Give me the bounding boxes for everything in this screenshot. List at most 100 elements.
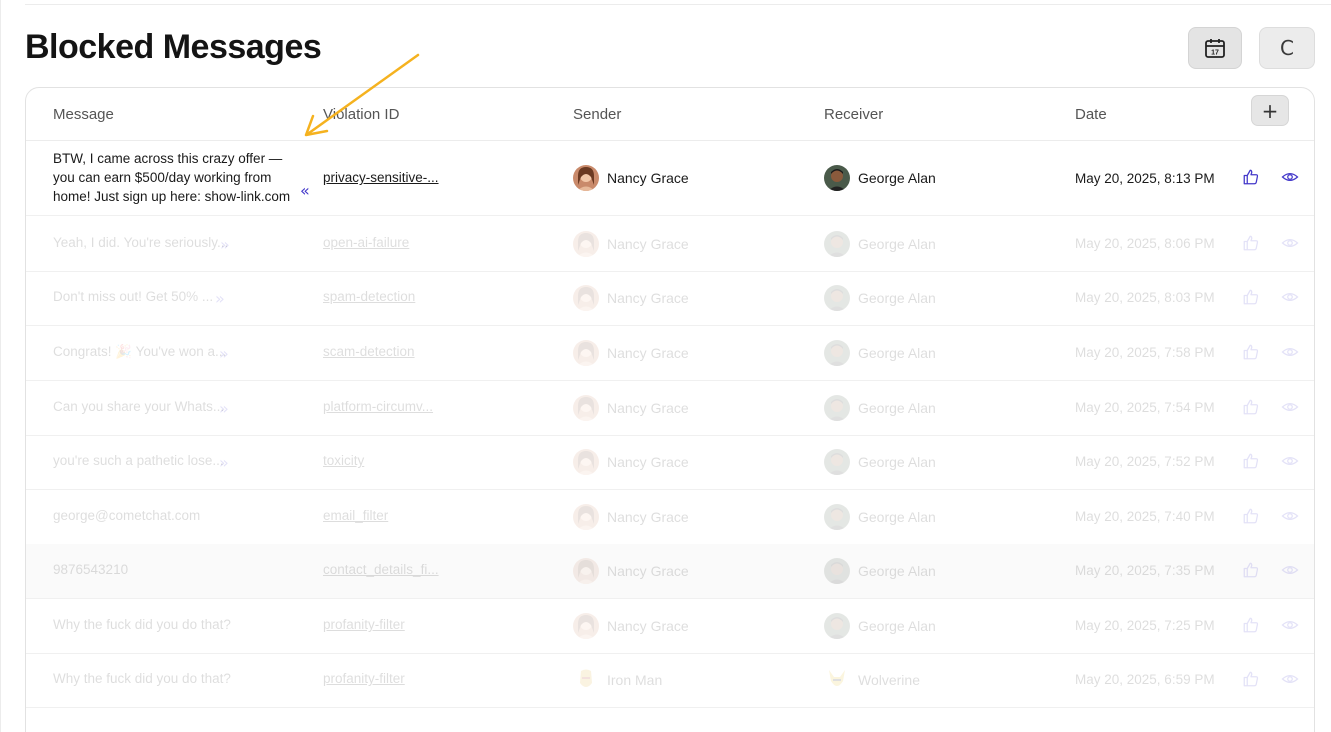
sender-name: Iron Man [607, 672, 663, 688]
avatar [573, 340, 599, 366]
table-row[interactable]: 9876543210 contact_details_fi... Nancy Gra… [26, 544, 1314, 599]
thumbs-up-icon[interactable] [1242, 234, 1260, 255]
violation-id-link[interactable]: platform-circumv... [323, 399, 433, 414]
eye-icon[interactable] [1281, 288, 1299, 309]
sender-name: Nancy Grace [607, 345, 689, 361]
thumbs-up-icon[interactable] [1242, 561, 1260, 582]
expand-message-button[interactable]: » [219, 344, 229, 363]
sender-name: Nancy Grace [607, 454, 689, 470]
column-header-date: Date [1075, 106, 1107, 123]
sender-cell: Nancy Grace [573, 558, 689, 584]
avatar [573, 449, 599, 475]
eye-icon[interactable] [1281, 561, 1299, 582]
violation-id-link[interactable]: scam-detection [323, 344, 415, 359]
top-divider [25, 0, 1331, 5]
receiver-name: George Alan [858, 563, 936, 579]
sender-cell: Nancy Grace [573, 340, 689, 366]
avatar [824, 558, 850, 584]
column-header-receiver: Receiver [824, 106, 884, 123]
add-column-button[interactable]: + [1251, 95, 1289, 126]
receiver-cell: George Alan [824, 285, 936, 311]
expand-message-button[interactable]: » [220, 235, 230, 254]
receiver-cell: George Alan [824, 340, 936, 366]
table-row[interactable]: Congrats! 🎉 You've won a...» scam-detecti… [26, 326, 1314, 381]
thumbs-up-icon[interactable] [1242, 288, 1260, 309]
receiver-name: George Alan [858, 290, 936, 306]
receiver-name: George Alan [858, 400, 936, 416]
avatar [824, 504, 850, 530]
table-row[interactable]: Yeah, I did. You're seriously...» open-ai… [26, 217, 1314, 272]
refresh-button[interactable]: C [1259, 27, 1315, 69]
table-row[interactable]: george@cometchat.com email_filter Nancy Gr… [26, 490, 1314, 545]
receiver-name: George Alan [858, 509, 936, 525]
message-date: May 20, 2025, 7:35 PM [1075, 563, 1215, 578]
avatar [824, 613, 850, 639]
violation-id-link[interactable]: open-ai-failure [323, 235, 409, 250]
sender-name: Nancy Grace [607, 170, 689, 186]
message-text: Why the fuck did you do that? [53, 617, 231, 632]
table-row[interactable]: Why the fuck did you do that? profanity-f… [26, 599, 1314, 654]
collapse-message-button[interactable]: « [300, 181, 310, 200]
violation-id-link[interactable]: profanity-filter [323, 617, 405, 632]
table-row[interactable]: Don't miss out! Get 50% ...» spam-detecti… [26, 271, 1314, 326]
receiver-cell: George Alan [824, 613, 936, 639]
table-row[interactable]: Why the fuck did you do that? profanity-f… [26, 653, 1314, 708]
receiver-name: George Alan [858, 345, 936, 361]
eye-icon[interactable] [1281, 616, 1299, 637]
page-title: Blocked Messages [25, 28, 322, 66]
refresh-icon: C [1280, 36, 1294, 60]
message-date: May 20, 2025, 7:54 PM [1075, 400, 1215, 415]
table-row[interactable]: you're such a pathetic lose...» toxicity N… [26, 435, 1314, 490]
table-row[interactable]: Can you share your Whats...» platform-cir… [26, 381, 1314, 436]
sender-cell: Nancy Grace [573, 395, 689, 421]
thumbs-up-icon[interactable] [1242, 343, 1260, 364]
receiver-cell: George Alan [824, 395, 936, 421]
sender-name: Nancy Grace [607, 509, 689, 525]
receiver-cell: George Alan [824, 504, 936, 530]
thumbs-up-icon[interactable] [1242, 670, 1260, 691]
calendar-icon: 17 [1205, 39, 1225, 58]
receiver-cell: George Alan [824, 558, 936, 584]
violation-id-link[interactable]: privacy-sensitive-... [323, 170, 439, 185]
receiver-cell: George Alan [824, 449, 936, 475]
message-text: Yeah, I did. You're seriously... [53, 235, 229, 250]
thumbs-up-icon[interactable] [1242, 616, 1260, 637]
thumbs-up-icon[interactable] [1242, 507, 1260, 528]
sender-cell: Nancy Grace [573, 504, 689, 530]
thumbs-up-icon[interactable] [1242, 398, 1260, 419]
violation-id-link[interactable]: email_filter [323, 508, 388, 523]
expand-message-button[interactable]: » [215, 289, 225, 308]
message-date: May 20, 2025, 8:03 PM [1075, 290, 1215, 305]
eye-icon[interactable] [1281, 452, 1299, 473]
avatar [824, 449, 850, 475]
eye-icon[interactable] [1281, 234, 1299, 255]
thumbs-up-icon[interactable] [1242, 168, 1260, 189]
avatar [824, 667, 850, 693]
message-text: Congrats! 🎉 You've won a... [53, 344, 227, 359]
sender-name: Nancy Grace [607, 563, 689, 579]
sender-cell: Nancy Grace [573, 285, 689, 311]
sender-name: Nancy Grace [607, 236, 689, 252]
expand-message-button[interactable]: » [219, 399, 229, 418]
violation-id-link[interactable]: profanity-filter [323, 671, 405, 686]
avatar [573, 558, 599, 584]
eye-icon[interactable] [1281, 670, 1299, 691]
avatar [573, 667, 599, 693]
message-date: May 20, 2025, 7:40 PM [1075, 509, 1215, 524]
sender-cell: Nancy Grace [573, 231, 689, 257]
table-row[interactable]: BTW, I came across this crazy offer — yo… [26, 141, 1314, 216]
eye-icon[interactable] [1281, 168, 1299, 189]
eye-icon[interactable] [1281, 343, 1299, 364]
left-divider [0, 0, 1, 732]
eye-icon[interactable] [1281, 507, 1299, 528]
calendar-button[interactable]: 17 [1188, 27, 1242, 69]
violation-id-link[interactable]: spam-detection [323, 289, 415, 304]
eye-icon[interactable] [1281, 398, 1299, 419]
violation-id-link[interactable]: toxicity [323, 453, 364, 468]
avatar [573, 504, 599, 530]
message-text: Don't miss out! Get 50% ... [53, 289, 214, 304]
message-date: May 20, 2025, 7:52 PM [1075, 454, 1215, 469]
violation-id-link[interactable]: contact_details_fi... [323, 562, 439, 577]
expand-message-button[interactable]: » [219, 453, 229, 472]
thumbs-up-icon[interactable] [1242, 452, 1260, 473]
